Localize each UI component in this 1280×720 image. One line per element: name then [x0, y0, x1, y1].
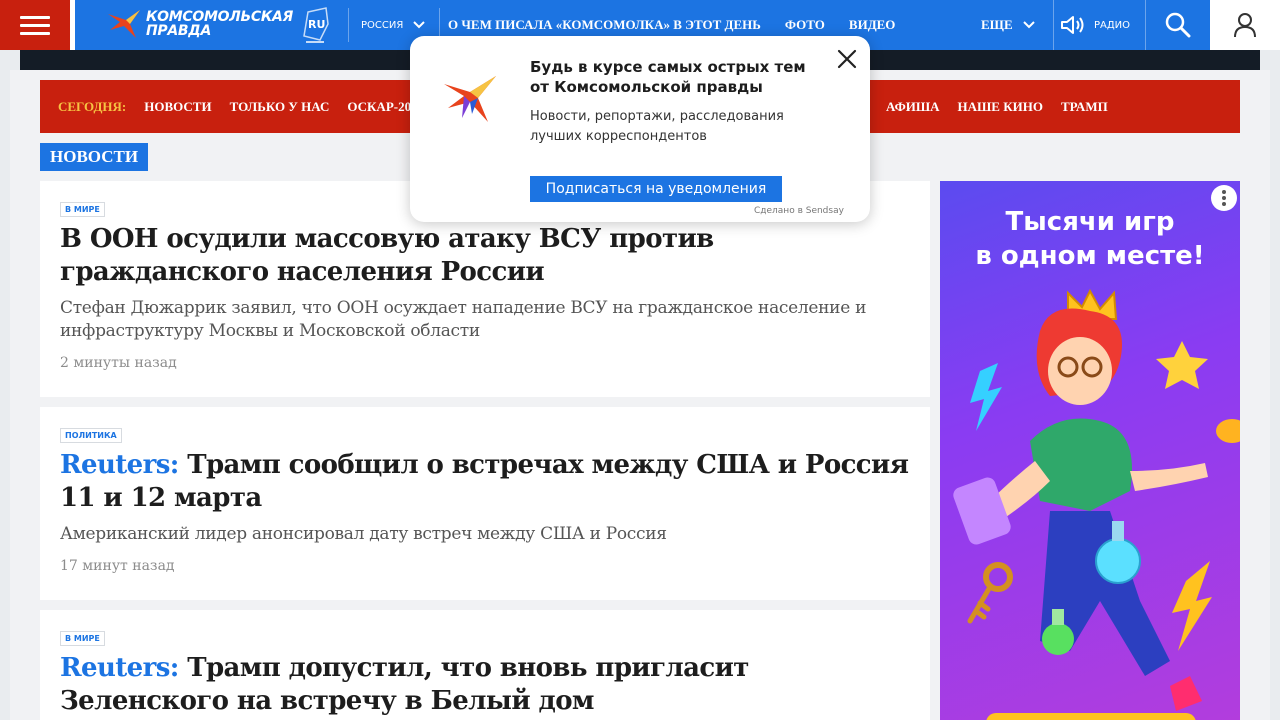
today-nav-afisha[interactable]: АФИША — [886, 99, 940, 115]
popup-footer[interactable]: Сделано в Sendsay — [754, 206, 844, 216]
news-headline[interactable]: Reuters: Трамп сообщил о встречах между … — [60, 449, 910, 515]
star-icon — [1156, 341, 1208, 389]
popup-title: Будь в курсе самых острых тем от Комсомо… — [530, 58, 806, 96]
news-headline[interactable]: В ООН осудили массовую атаку ВСУ против … — [60, 223, 910, 289]
menu-button[interactable] — [0, 0, 70, 50]
today-nav-our-cinema[interactable]: НАШЕ КИНО — [958, 99, 1043, 115]
coin-icon — [1216, 419, 1240, 443]
popup-description: Новости, репортажи, расследования лучших… — [530, 109, 784, 144]
news-time: 2 минуты назад — [60, 355, 177, 371]
more-label: ЕЩЕ — [981, 17, 1013, 32]
chevron-down-icon — [413, 21, 426, 29]
menu-icon-bar — [20, 31, 50, 35]
user-icon — [1234, 13, 1256, 38]
news-title: Трамп сообщил о встречах между США и Рос… — [60, 450, 909, 513]
radio-label: РАДИО — [1094, 19, 1131, 31]
ru-badge-icon: RU — [303, 7, 329, 43]
menu-icon-bar — [20, 23, 50, 27]
ru-badge-text: RU — [308, 18, 325, 31]
rubric-tag[interactable]: В МИРЕ — [60, 631, 105, 646]
radio-button[interactable]: РАДИО — [1060, 0, 1130, 50]
swallow-logo-icon — [108, 10, 140, 38]
lightning-icon — [1172, 561, 1212, 651]
menu-icon-bar — [20, 15, 50, 19]
today-nav-right: АФИША НАШЕ КИНО ТРАМП — [886, 80, 1126, 133]
region-label: РОССИЯ — [361, 19, 404, 31]
swallow-logo-icon — [444, 76, 496, 122]
today-nav-trump[interactable]: ТРАМП — [1061, 99, 1108, 115]
potion-icon — [1042, 623, 1074, 655]
lightning-icon — [970, 363, 1002, 431]
phone-icon — [953, 477, 1011, 545]
news-card[interactable]: В МИРЕ Reuters: Трамп допустил, что внов… — [40, 610, 930, 720]
top-nav-video[interactable]: ВИДЕО — [849, 17, 896, 33]
top-nav-photo[interactable]: ФОТО — [785, 17, 825, 33]
section-title[interactable]: НОВОСТИ — [40, 143, 149, 171]
search-button[interactable] — [1145, 0, 1210, 50]
push-subscribe-popup: Будь в курсе самых острых тем от Комсомо… — [410, 36, 870, 222]
news-source: Reuters: — [60, 450, 179, 480]
logo-line-2: ПРАВДА — [146, 23, 211, 39]
logo-line-1: КОМСОМОЛЬСКАЯ — [146, 9, 294, 25]
subscribe-button[interactable]: Подписаться на уведомления — [530, 176, 782, 202]
rubric-tag[interactable]: В МИРЕ — [60, 202, 105, 217]
news-time: 17 минут назад — [60, 558, 175, 574]
speaker-icon — [1061, 16, 1084, 34]
header-divider — [70, 0, 75, 50]
ad-illustration — [953, 288, 1240, 720]
news-card[interactable]: ПОЛИТИКА Reuters: Трамп сообщил о встреч… — [40, 407, 930, 600]
potion-icon — [1095, 538, 1141, 584]
news-headline[interactable]: Reuters: Трамп допустил, что вновь пригл… — [60, 652, 910, 718]
more-menu-button[interactable]: ЕЩЕ — [981, 0, 1054, 50]
news-lead: Стефан Дюжаррик заявил, что ООН осуждает… — [60, 298, 867, 341]
chevron-down-icon — [1022, 21, 1035, 29]
search-icon — [1165, 12, 1191, 38]
today-label: СЕГОДНЯ: — [58, 98, 127, 114]
advertisement-banner[interactable]: Тысячи игр в одном месте! — [940, 181, 1240, 720]
logo-wordmark: КОМСОМОЛЬСКАЯ ПРАВДА — [146, 10, 293, 38]
account-button[interactable] — [1210, 0, 1280, 50]
news-title: В ООН осудили массовую атаку ВСУ против … — [60, 224, 714, 287]
top-nav-this-day[interactable]: О ЧЕМ ПИСАЛА «КОМСОМОЛКА» В ЭТОТ ДЕНЬ — [448, 17, 761, 33]
news-lead: Американский лидер анонсировал дату встр… — [60, 524, 667, 544]
news-source: Reuters: — [60, 653, 179, 683]
today-nav-news[interactable]: НОВОСТИ — [144, 99, 211, 115]
close-icon[interactable] — [836, 48, 858, 70]
rubric-tag[interactable]: ПОЛИТИКА — [60, 428, 122, 443]
site-logo[interactable]: КОМСОМОЛЬСКАЯ ПРАВДА — [106, 8, 293, 40]
today-nav-exclusive[interactable]: ТОЛЬКО У НАС — [230, 99, 330, 115]
